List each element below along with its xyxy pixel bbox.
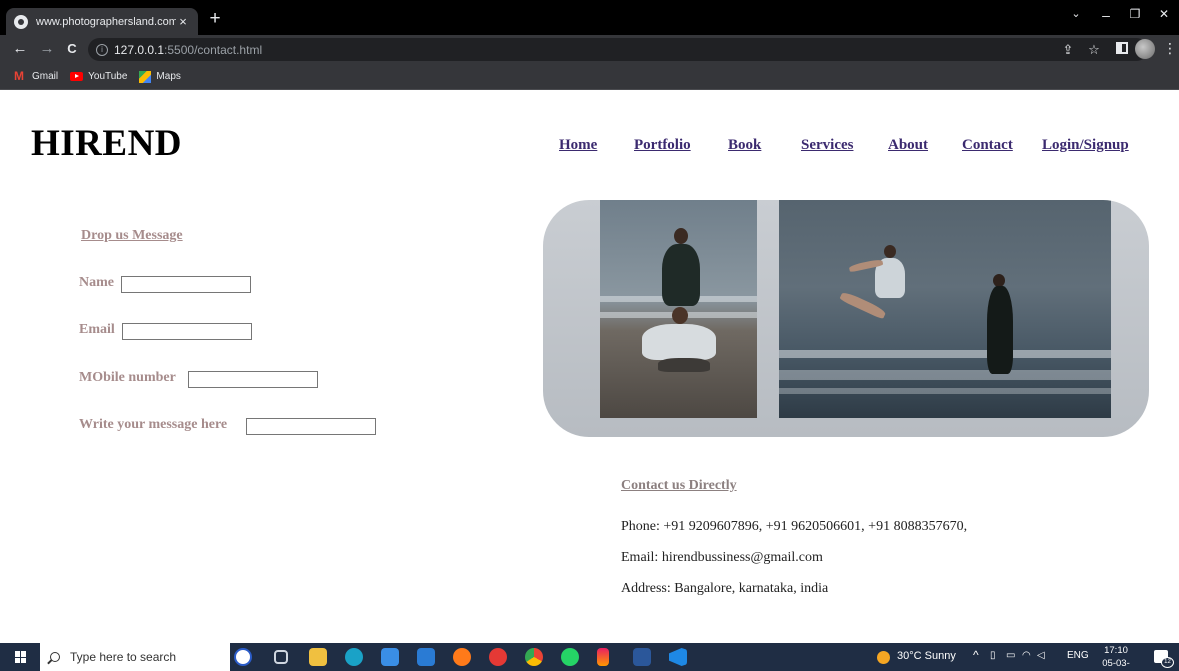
minimize-button[interactable]: –: [1096, 7, 1116, 23]
language-indicator[interactable]: ENG: [1067, 650, 1089, 661]
maps-icon: [139, 70, 152, 83]
windows-taskbar: Type here to search 30°C Sunny ^ ▯ ▭ ◠ ◁…: [0, 643, 1179, 671]
photo-left-panel: [600, 200, 757, 418]
bookmark-gmail[interactable]: Gmail: [14, 69, 59, 83]
jumping-man-head: [884, 245, 896, 258]
nav-link-about[interactable]: About: [888, 137, 928, 154]
volume-icon[interactable]: ◁: [1037, 650, 1045, 661]
woman-figure: [987, 286, 1013, 374]
page-content: HIREND Home Portfolio Book Services Abou…: [0, 90, 1179, 643]
man-legs: [658, 358, 710, 372]
app-icon[interactable]: [597, 648, 609, 666]
nav-link-portfolio[interactable]: Portfolio: [634, 137, 691, 154]
mail-icon[interactable]: [417, 648, 435, 666]
forward-button[interactable]: →: [38, 40, 56, 58]
nav-link-services[interactable]: Services: [801, 137, 853, 154]
man-head: [672, 307, 688, 324]
bookmark-maps[interactable]: Maps: [139, 70, 181, 83]
firefox-icon[interactable]: [453, 648, 471, 666]
close-window-button[interactable]: ✕: [1154, 7, 1174, 21]
microsoft-store-icon[interactable]: [381, 648, 399, 666]
task-view-icon[interactable]: [274, 650, 288, 664]
contact-directly-title: Contact us Directly: [621, 478, 737, 493]
contact-phone: Phone: +91 9209607896, +91 9620506601, +…: [621, 519, 968, 534]
woman-figure: [662, 244, 700, 306]
url-path: :5500/contact.html: [164, 42, 263, 57]
youtube-icon: [70, 72, 84, 81]
edge-icon[interactable]: [345, 648, 363, 666]
address-bar[interactable]: i 127.0.0.1 :5500/contact.html ⇪ ☆: [88, 38, 1148, 61]
name-input[interactable]: [121, 276, 251, 293]
email-input[interactable]: [122, 323, 252, 340]
clock-date: 05-03-2023: [1102, 658, 1130, 669]
nav-link-login-signup[interactable]: Login/Signup: [1042, 137, 1129, 154]
bookmark-youtube[interactable]: YouTube: [70, 71, 127, 82]
email-label: Email: [79, 322, 115, 337]
battery-icon[interactable]: ▭: [1006, 650, 1015, 661]
globe-icon: [14, 14, 28, 29]
whatsapp-icon[interactable]: [561, 648, 579, 666]
file-explorer-icon[interactable]: [309, 648, 327, 666]
notification-count: 12: [1161, 657, 1174, 668]
woman-head: [674, 228, 688, 244]
nav-link-contact[interactable]: Contact: [962, 137, 1013, 154]
tray-network-icon[interactable]: ▯: [990, 650, 996, 661]
man-figure: [642, 324, 716, 360]
opera-icon[interactable]: [489, 648, 507, 666]
back-button[interactable]: ←: [11, 40, 29, 58]
message-label: Write your message here: [79, 417, 228, 432]
wave-line: [779, 350, 1111, 358]
bookmark-label: Maps: [156, 71, 181, 82]
browser-tab-strip: www.photographersland.com × + ⌄ – ❐ ✕: [0, 0, 1179, 35]
weather-sun-icon: [877, 651, 890, 664]
bookmark-label: YouTube: [88, 71, 128, 82]
clock-time: 17:10: [1104, 645, 1128, 656]
word-icon[interactable]: [633, 648, 651, 666]
side-panel-icon[interactable]: [1116, 42, 1128, 54]
wave-line: [779, 370, 1111, 380]
tab-search-icon[interactable]: ⌄: [1066, 7, 1086, 20]
taskbar-search-box[interactable]: Type here to search: [40, 643, 230, 671]
wifi-icon[interactable]: ◠: [1022, 650, 1031, 661]
form-title: Drop us Message: [81, 228, 183, 243]
browser-tab[interactable]: www.photographersland.com ×: [6, 8, 198, 35]
profile-avatar[interactable]: [1135, 39, 1155, 59]
nav-link-book[interactable]: Book: [728, 137, 761, 154]
contact-email: Email: hirendbussiness@gmail.com: [621, 550, 823, 565]
tab-title: www.photographersland.com: [36, 15, 176, 28]
windows-start-icon[interactable]: [15, 651, 27, 663]
site-info-icon[interactable]: i: [96, 43, 108, 56]
browser-toolbar: ← → C i 127.0.0.1 :5500/contact.html ⇪ ☆…: [0, 35, 1179, 64]
couple-photo: [543, 200, 1149, 437]
close-tab-icon[interactable]: ×: [176, 14, 190, 29]
site-logo[interactable]: HIREND: [31, 122, 182, 165]
share-icon[interactable]: ⇪: [1060, 42, 1076, 58]
bookmarks-bar: Gmail YouTube Maps: [0, 64, 1179, 90]
reload-button[interactable]: C: [63, 40, 81, 58]
bing-icon[interactable]: [234, 648, 252, 666]
bookmark-label: Gmail: [32, 71, 59, 82]
chrome-icon[interactable]: [525, 648, 543, 666]
url-host: 127.0.0.1: [114, 42, 165, 57]
contact-address: Address: Bangalore, karnataka, india: [621, 581, 829, 596]
photo-right-panel: [779, 200, 1111, 418]
weather-text[interactable]: 30°C Sunny: [897, 650, 956, 662]
search-icon: [50, 652, 60, 662]
name-label: Name: [79, 275, 114, 290]
search-placeholder: Type here to search: [70, 650, 177, 664]
taskbar-clock[interactable]: 17:10 05-03-2023: [1092, 644, 1140, 671]
nav-link-home[interactable]: Home: [559, 137, 597, 154]
restore-button[interactable]: ❐: [1125, 7, 1145, 21]
mobile-label: MObile number: [79, 370, 176, 385]
bookmark-star-icon[interactable]: ☆: [1086, 42, 1102, 58]
message-input[interactable]: [246, 418, 376, 435]
vscode-icon[interactable]: [669, 648, 687, 666]
mobile-input[interactable]: [188, 371, 318, 388]
browser-menu-icon[interactable]: ⋮: [1163, 40, 1177, 57]
new-tab-button[interactable]: +: [206, 9, 224, 29]
wave-line: [779, 388, 1111, 394]
tray-chevron-icon[interactable]: ^: [973, 648, 979, 662]
gmail-icon: [14, 69, 27, 83]
